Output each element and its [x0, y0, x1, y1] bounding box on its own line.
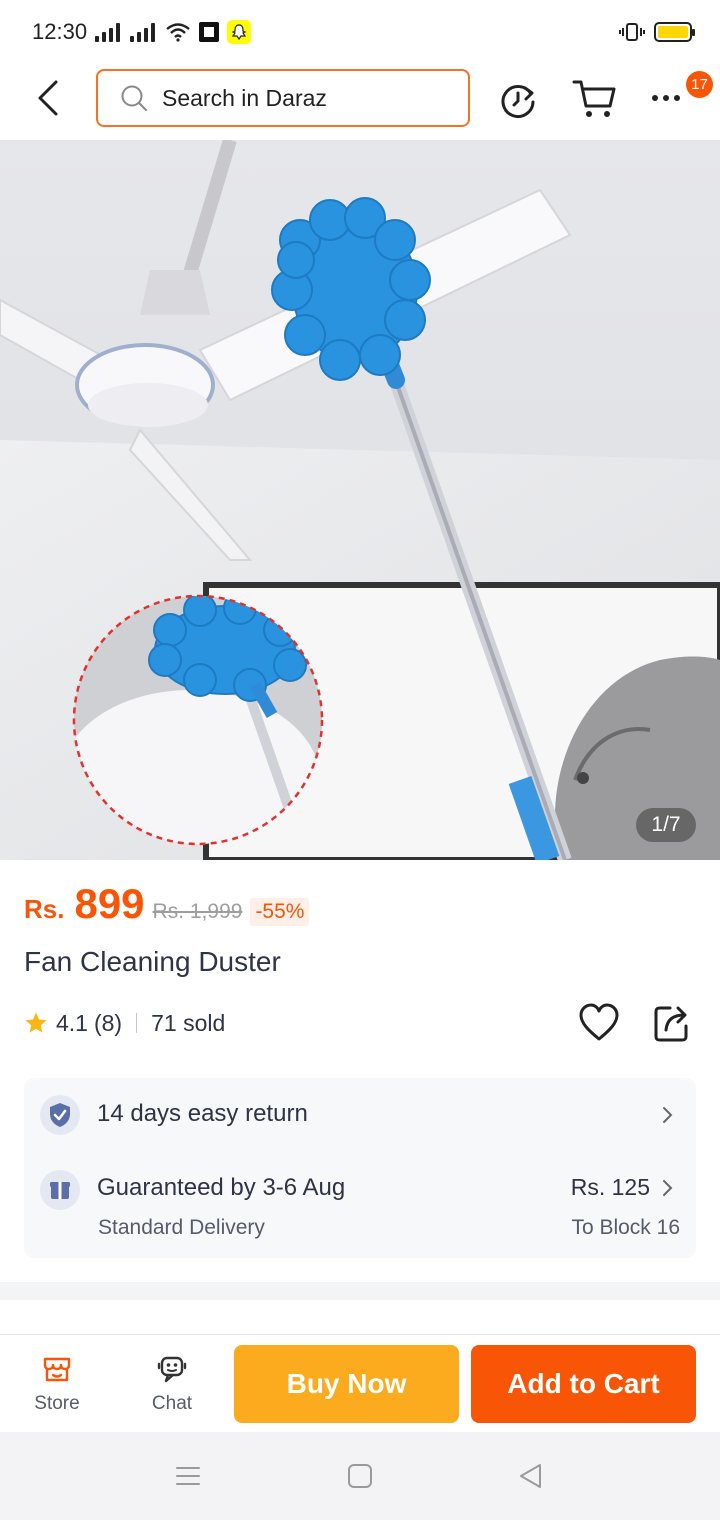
delivery-location: To Block 16 [571, 1216, 680, 1239]
star-icon [25, 1012, 47, 1033]
current-price: 899 [74, 880, 145, 927]
store-icon [43, 1357, 71, 1382]
home-icon[interactable] [346, 1462, 374, 1490]
chevron-right-icon [663, 1107, 673, 1123]
top-bar: Search in Daraz 17 [0, 64, 720, 140]
vibrate-icon [619, 23, 645, 41]
status-bar: 12:30 [0, 0, 720, 64]
qr-app-icon [199, 22, 220, 42]
next-section-heading [24, 1326, 104, 1334]
search-input[interactable]: Search in Daraz [96, 69, 470, 127]
chat-label: Chat [151, 1393, 193, 1414]
store-label: Store [34, 1393, 80, 1414]
store-button[interactable]: Store [22, 1353, 92, 1423]
system-navigation-bar [0, 1432, 720, 1520]
image-counter: 1/7 [636, 808, 696, 842]
return-policy-text: 14 days easy return [97, 1100, 308, 1127]
delivery-row[interactable]: Guaranteed by 3-6 Aug Standard Delivery … [24, 1156, 696, 1258]
delivery-fee: Rs. 125 [570, 1174, 650, 1200]
search-placeholder: Search in Daraz [162, 84, 327, 111]
rating-row[interactable]: 4.1 (8) 71 sold [24, 1006, 225, 1040]
status-time: 12:30 [32, 19, 88, 44]
menu-icon[interactable] [174, 1462, 202, 1490]
delivery-guarantee-text: Guaranteed by 3-6 Aug [97, 1174, 346, 1201]
price-row: Rs. 899 Rs. 1,999 -55% [24, 880, 310, 928]
chat-icon [157, 1356, 187, 1383]
shield-icon [40, 1095, 80, 1135]
delivery-box-icon [40, 1170, 80, 1210]
back-icon[interactable] [30, 78, 66, 118]
share-icon[interactable] [652, 1002, 692, 1044]
cart-badge: 17 [686, 71, 713, 98]
return-policy-row[interactable]: 14 days easy return [24, 1078, 696, 1152]
original-price: Rs. 1,999 [152, 900, 243, 923]
chevron-right-icon [663, 1180, 673, 1196]
chat-button[interactable]: Chat [137, 1353, 207, 1423]
rating-value: 4.1 [56, 1009, 88, 1036]
search-icon [121, 85, 147, 111]
buy-now-button[interactable]: Buy Now [234, 1345, 459, 1423]
service-info-card: 14 days easy return Guaranteed by 3-6 Au… [24, 1078, 696, 1258]
cart-icon[interactable] [572, 78, 618, 120]
history-icon[interactable] [498, 80, 538, 120]
add-to-cart-button[interactable]: Add to Cart [471, 1345, 696, 1423]
snapchat-icon [227, 20, 252, 44]
signal-icon [130, 22, 156, 42]
bottom-action-bar: Store Chat Buy Now Add to Cart [0, 1334, 720, 1432]
battery-icon [654, 22, 695, 42]
price-currency: Rs. [24, 894, 65, 924]
product-image [0, 140, 720, 860]
product-image-gallery[interactable]: 1/7 [0, 140, 720, 860]
product-title: Fan Cleaning Duster [24, 946, 281, 977]
divider [136, 1013, 138, 1033]
delivery-type-text: Standard Delivery [98, 1216, 265, 1239]
discount-badge: -55% [250, 898, 310, 926]
sold-count: 71 sold [151, 1009, 226, 1036]
rating-count: (8) [93, 1009, 123, 1036]
section-divider [0, 1282, 720, 1300]
back-nav-icon[interactable] [516, 1462, 544, 1490]
wifi-icon [166, 23, 190, 42]
heart-icon[interactable] [578, 1002, 620, 1044]
signal-icon [95, 22, 121, 42]
